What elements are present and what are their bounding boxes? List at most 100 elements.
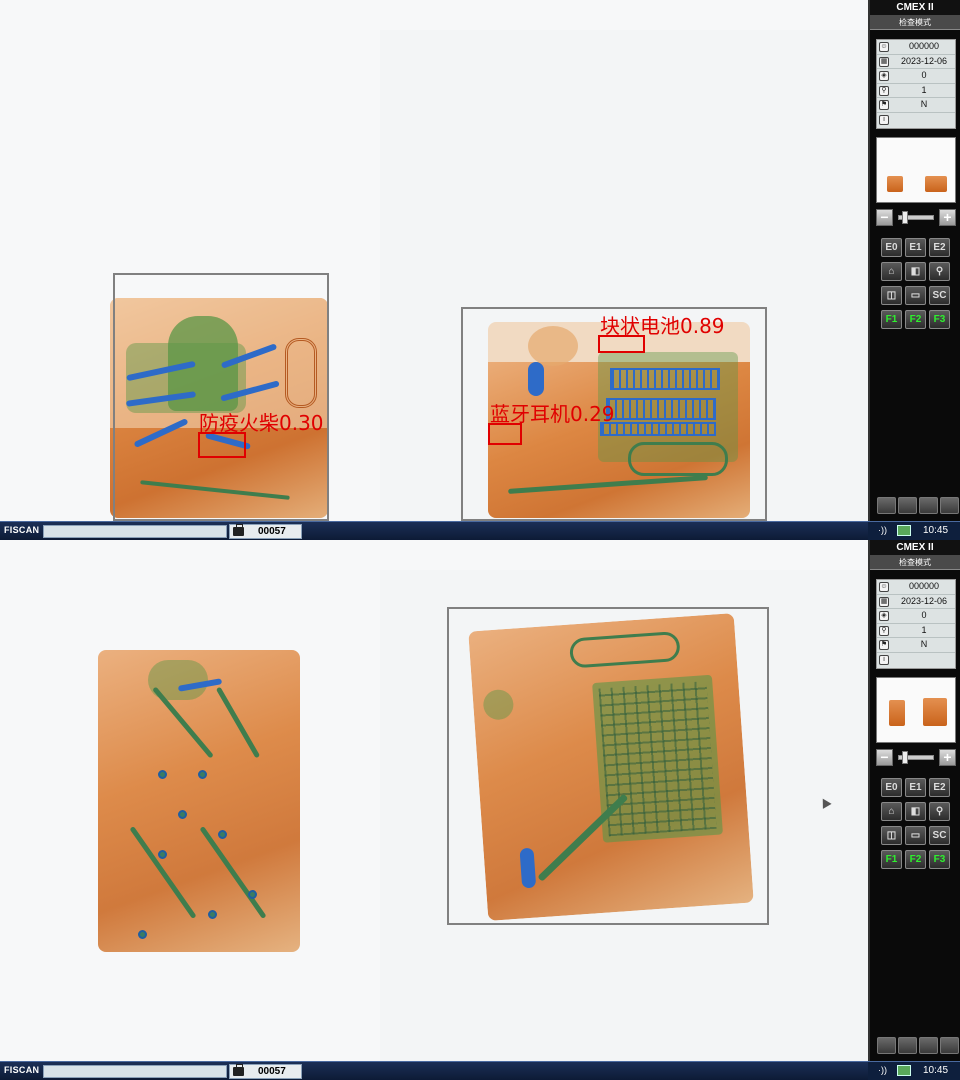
bag-thumbnail[interactable] (876, 677, 956, 743)
thumbnail-bag (889, 700, 905, 726)
key-e1[interactable]: E1 (905, 778, 926, 797)
zoom-knob[interactable] (902, 751, 908, 764)
system-tray: ·)) 10:45 (868, 1062, 960, 1080)
brand-label: FISCAN (4, 525, 40, 535)
key-e1[interactable]: E1 (905, 238, 926, 257)
clock: 10:45 (923, 1065, 949, 1076)
clock: 10:45 (923, 525, 949, 536)
home-icon[interactable]: ⌂ (881, 262, 902, 281)
split-icon[interactable]: ◫ (881, 286, 902, 305)
key-sc[interactable]: SC (929, 826, 950, 845)
function-keys: E0 E1 E2 ⌂ ◧ ⚲ ◫ ▭ SC F1 F2 F3 (875, 773, 957, 873)
screen-bottom: CMEX II 检查模式 ☺ 000000 ▦ 2023-12-06 ◈ 0 ⚲ 1 ⚑… (0, 540, 960, 1080)
taskbar: FISCAN 00057 ·)) 10:45 (0, 521, 960, 540)
send-icon[interactable] (898, 1037, 917, 1054)
detection-label: 块状电池0.89 (600, 314, 725, 338)
app-title: CMEX II (870, 0, 960, 15)
key-e0[interactable]: E0 (881, 238, 902, 257)
export-icon[interactable] (940, 497, 959, 514)
xray-viewport[interactable]: 防疫火柴0.30 块状电池0.89 蓝牙耳机0.29 (0, 0, 868, 521)
screen-top: 防疫火柴0.30 块状电池0.89 蓝牙耳机0.29 CMEX II 检查模式 … (0, 0, 960, 540)
save-icon[interactable] (877, 1037, 896, 1054)
key-sc[interactable]: SC (929, 286, 950, 305)
detection-box[interactable] (488, 423, 522, 445)
key-f1[interactable]: F1 (881, 310, 902, 329)
info-row-operator: ☺ 000000 (877, 40, 955, 55)
info-row-operator: ☺ 000000 (877, 580, 955, 595)
flag-value: N (920, 99, 928, 110)
control-panel: CMEX II 检查模式 ☺ 000000 ▦ 2023-12-06 ◈ 0 ⚲ 1 ⚑… (868, 0, 960, 521)
network-icon (897, 525, 911, 536)
user-icon: ☺ (879, 582, 889, 592)
taskbar-input[interactable] (43, 1065, 227, 1078)
signal-icon: ·)) (878, 525, 887, 535)
zoom-knob[interactable] (902, 211, 908, 224)
contrast-icon[interactable]: ◧ (905, 262, 926, 281)
zoom-in-button[interactable]: + (939, 209, 956, 226)
thumbnail-bag (923, 698, 947, 726)
info-row-zoom: ⚲ 1 (877, 624, 955, 639)
info-row-date: ▦ 2023-12-06 (877, 595, 955, 610)
info-row-note: i (877, 653, 955, 668)
key-f2[interactable]: F2 (905, 310, 926, 329)
info-table: ☺ 000000 ▦ 2023-12-06 ◈ 0 ⚲ 1 ⚑ N i (876, 39, 956, 129)
tools-icon[interactable] (919, 497, 938, 514)
bag-frame-right (447, 607, 769, 925)
detection-label: 蓝牙耳机0.29 (490, 402, 615, 426)
info-row-count: ◈ 0 (877, 69, 955, 84)
bag-count: 00057 (258, 526, 286, 537)
export-icon[interactable] (940, 1037, 959, 1054)
magnifier-icon: ⚲ (879, 625, 889, 636)
zoom-out-button[interactable]: − (876, 749, 893, 766)
control-panel: CMEX II 检查模式 ☺ 000000 ▦ 2023-12-06 ◈ 0 ⚲ 1 ⚑… (868, 540, 960, 1061)
key-f3[interactable]: F3 (929, 310, 950, 329)
info-icon: i (879, 114, 889, 125)
thumbnail-bag (887, 176, 903, 192)
mode-label: 检查模式 (870, 15, 960, 30)
key-f3[interactable]: F3 (929, 850, 950, 869)
info-row-zoom: ⚲ 1 (877, 84, 955, 99)
magnifier-icon: ⚲ (879, 85, 889, 96)
zoom-out-button[interactable]: − (876, 209, 893, 226)
key-f2[interactable]: F2 (905, 850, 926, 869)
detection-box[interactable] (198, 432, 246, 458)
detection-label: 防疫火柴0.30 (199, 411, 324, 435)
info-row-flag: ⚑ N (877, 638, 955, 653)
edge-icon[interactable]: ▭ (905, 826, 926, 845)
info-row-count: ◈ 0 (877, 609, 955, 624)
info-table: ☺ 000000 ▦ 2023-12-06 ◈ 0 ⚲ 1 ⚑ N i (876, 579, 956, 669)
send-icon[interactable] (898, 497, 917, 514)
info-row-note: i (877, 113, 955, 128)
zoom-slider[interactable]: − + (876, 208, 956, 228)
key-e2[interactable]: E2 (929, 238, 950, 257)
scan-icon: ◈ (879, 611, 889, 622)
save-icon[interactable] (877, 497, 896, 514)
brand-label: FISCAN (4, 1065, 40, 1075)
zoom-value: 1 (921, 624, 927, 635)
operator-value: 000000 (908, 581, 940, 591)
flag-icon: ⚑ (879, 640, 889, 651)
zoom-value: 1 (921, 84, 927, 95)
edge-icon[interactable]: ▭ (905, 286, 926, 305)
key-e0[interactable]: E0 (881, 778, 902, 797)
key-e2[interactable]: E2 (929, 778, 950, 797)
operator-value: 000000 (908, 41, 940, 51)
contrast-icon[interactable]: ◧ (905, 802, 926, 821)
split-icon[interactable]: ◫ (881, 826, 902, 845)
panel-bottom-tools (875, 497, 959, 515)
key-f1[interactable]: F1 (881, 850, 902, 869)
count-value: 0 (921, 610, 927, 621)
tools-icon[interactable] (919, 1037, 938, 1054)
system-tray: ·)) 10:45 (868, 522, 960, 540)
taskbar-input[interactable] (43, 525, 227, 538)
magnifier-icon[interactable]: ⚲ (929, 262, 950, 281)
info-icon: i (879, 654, 889, 665)
magnifier-icon[interactable]: ⚲ (929, 802, 950, 821)
xray-viewport[interactable] (0, 540, 868, 1061)
zoom-slider[interactable]: − + (876, 748, 956, 768)
home-icon[interactable]: ⌂ (881, 802, 902, 821)
zoom-in-button[interactable]: + (939, 749, 956, 766)
bag-thumbnail[interactable] (876, 137, 956, 203)
flag-icon: ⚑ (879, 100, 889, 111)
bag-counter: 00057 (229, 524, 302, 539)
